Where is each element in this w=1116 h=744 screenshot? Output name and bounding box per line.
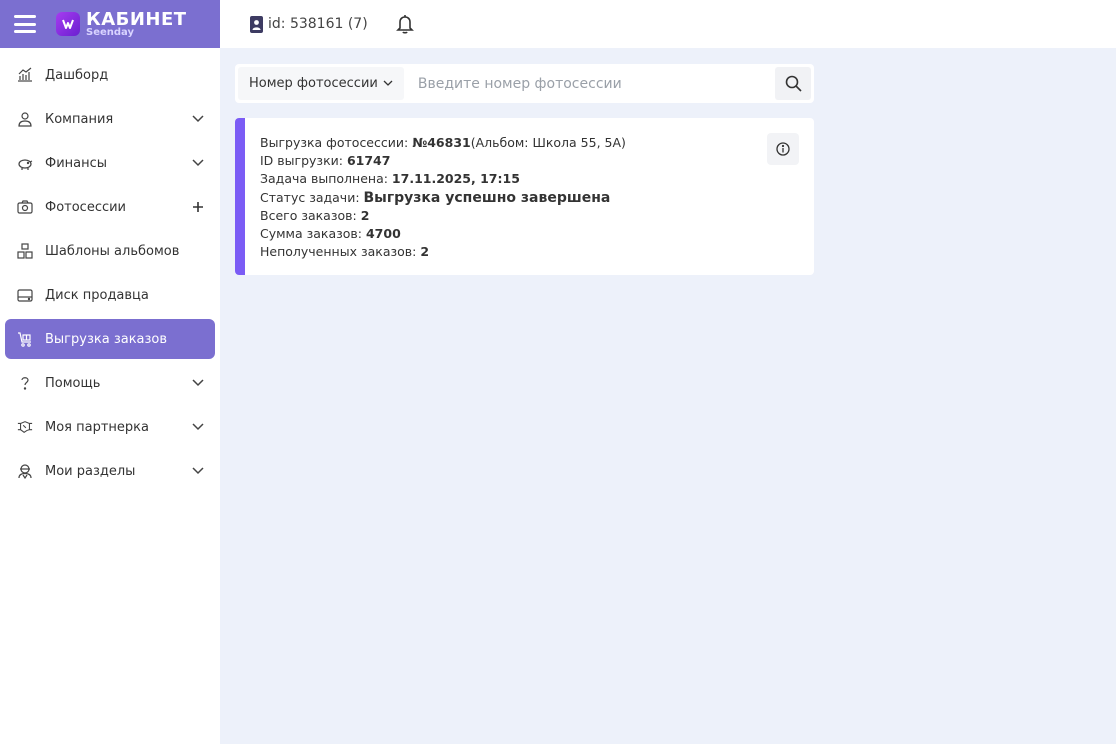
search-bar: Номер фотосессии — [235, 64, 814, 103]
search-button[interactable] — [775, 67, 811, 100]
info-button[interactable] — [767, 133, 799, 165]
sidebar-item-label: Финансы — [45, 155, 108, 171]
done-value: 17.11.2025, 17:15 — [391, 171, 520, 187]
bell-icon[interactable] — [395, 14, 414, 34]
chevron-down-icon[interactable] — [191, 420, 205, 434]
handshake-icon — [17, 419, 33, 435]
status-value: Выгрузка успешно завершена — [363, 189, 611, 206]
sidebar-item-seller-disk[interactable]: Диск продавца — [5, 275, 215, 315]
export-id-label: ID выгрузки: — [260, 153, 347, 169]
sidebar-item-label: Компания — [45, 111, 114, 127]
sidebar-item-label: Помощь — [45, 375, 101, 391]
chevron-down-icon[interactable] — [191, 464, 205, 478]
orders-sum-row: Сумма заказов: 4700 — [260, 225, 626, 243]
topbar: id: 538161 (7) — [220, 0, 1116, 48]
session-label: Выгрузка фотосессии: — [260, 135, 413, 150]
card-accent-stripe — [235, 118, 245, 275]
company-icon — [17, 111, 33, 127]
chevron-down-icon[interactable] — [191, 156, 205, 170]
sidebar-item-label: Моя партнерка — [45, 419, 149, 435]
sidebar: КАБИНЕТ Seenday Дашборд Компания Финансы… — [0, 0, 220, 744]
sidebar-item-label: Фотосессии — [45, 199, 127, 215]
sidebar-item-label: Выгрузка заказов — [45, 331, 168, 347]
sidebar-item-label: Диск продавца — [45, 287, 149, 303]
info-icon — [776, 142, 790, 156]
plus-icon[interactable] — [191, 200, 205, 214]
total-orders-row: Всего заказов: 2 — [260, 207, 626, 225]
logo-title: КАБИНЕТ — [86, 8, 187, 30]
export-id-row: ID выгрузки: 61747 — [260, 152, 626, 170]
session-row: Выгрузка фотосессии: №46831(Альбом: Школ… — [260, 134, 626, 152]
orders-sum-value: 4700 — [365, 226, 401, 242]
unreceived-orders-row: Неполученных заказов: 2 — [260, 243, 626, 261]
search-type-label: Номер фотосессии — [249, 76, 378, 91]
id-badge-icon — [250, 15, 263, 33]
export-task-card: Выгрузка фотосессии: №46831(Альбом: Школ… — [235, 118, 814, 275]
session-album: (Альбом: Школа 55, 5А) — [470, 135, 626, 150]
export-task-details: Выгрузка фотосессии: №46831(Альбом: Школ… — [260, 134, 626, 261]
status-row: Статус задачи: Выгрузка успешно завершен… — [260, 189, 626, 207]
sidebar-item-label: Шаблоны альбомов — [45, 243, 180, 259]
question-icon — [17, 375, 33, 391]
piggy-bank-icon — [17, 155, 33, 171]
brand-bar: КАБИНЕТ Seenday — [0, 0, 220, 48]
chart-icon — [17, 67, 33, 83]
status-label: Статус задачи: — [260, 189, 364, 205]
sidebar-item-my-sections[interactable]: Мои разделы — [5, 451, 215, 491]
user-id-badge[interactable]: id: 538161 (7) — [250, 15, 368, 33]
cart-export-icon — [17, 331, 33, 347]
total-orders-value: 2 — [360, 207, 370, 223]
sidebar-item-label: Дашборд — [45, 67, 109, 83]
search-icon — [785, 75, 802, 92]
sidebar-item-help[interactable]: Помощь — [5, 363, 215, 403]
logo-mark-icon — [56, 12, 80, 36]
chevron-down-icon — [383, 80, 393, 87]
user-id-text: id: 538161 (7) — [268, 16, 368, 32]
logo-subtitle: Seenday — [86, 26, 135, 38]
logo[interactable]: КАБИНЕТ Seenday — [56, 8, 187, 38]
search-input[interactable] — [403, 67, 775, 100]
sidebar-item-photosessions[interactable]: Фотосессии — [5, 187, 215, 227]
export-id-value: 61747 — [346, 153, 391, 169]
sidebar-item-label: Мои разделы — [45, 463, 136, 479]
sidebar-item-order-export[interactable]: Выгрузка заказов — [5, 319, 215, 359]
orders-sum-label: Сумма заказов: — [260, 226, 366, 242]
camera-icon — [17, 199, 33, 215]
menu-icon[interactable] — [14, 15, 36, 33]
disk-icon — [17, 287, 33, 303]
done-row: Задача выполнена: 17.11.2025, 17:15 — [260, 170, 626, 188]
sidebar-item-company[interactable]: Компания — [5, 99, 215, 139]
sidebar-item-finance[interactable]: Финансы — [5, 143, 215, 183]
total-orders-label: Всего заказов: — [260, 207, 361, 223]
unreceived-orders-label: Неполученных заказов: — [260, 244, 421, 260]
chevron-down-icon[interactable] — [191, 112, 205, 126]
chevron-down-icon[interactable] — [191, 376, 205, 390]
boxes-icon — [17, 243, 33, 259]
session-number: №46831 — [412, 135, 471, 150]
sidebar-item-album-templates[interactable]: Шаблоны альбомов — [5, 231, 215, 271]
search-type-select[interactable]: Номер фотосессии — [238, 67, 404, 100]
user-section-icon — [17, 463, 33, 479]
sidebar-item-partnership[interactable]: Моя партнерка — [5, 407, 215, 447]
done-label: Задача выполнена: — [260, 171, 392, 187]
sidebar-item-dashboard[interactable]: Дашборд — [5, 55, 215, 95]
sidebar-nav: Дашборд Компания Финансы Фотосессии Шабл… — [0, 48, 220, 491]
unreceived-orders-value: 2 — [420, 244, 430, 260]
